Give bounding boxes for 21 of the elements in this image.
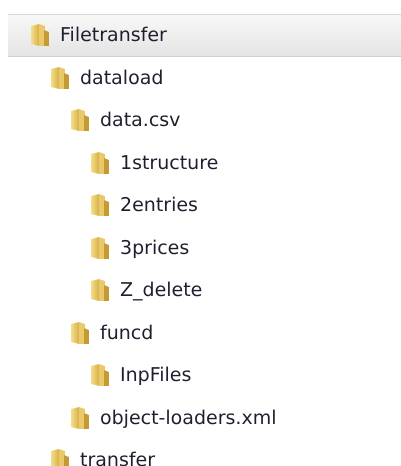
tree-item[interactable]: object-loaders.xml [8, 396, 401, 439]
folder-icon [70, 320, 90, 345]
folder-icon [30, 23, 50, 48]
tree-item[interactable]: 3prices [8, 226, 401, 269]
folder-icon [50, 66, 70, 90]
tree-item[interactable]: Z_delete [8, 269, 401, 312]
tree-item[interactable]: dataload [8, 56, 401, 99]
folder-icon [90, 150, 110, 175]
folder-icon [90, 193, 110, 218]
tree-item[interactable]: 1structure [8, 142, 401, 184]
folder-icon [70, 108, 90, 132]
tree-item[interactable]: InpFiles [8, 354, 401, 396]
folder-icon [50, 448, 70, 466]
tree-item[interactable]: funcd [8, 312, 401, 354]
tree-item[interactable]: data.csv [8, 99, 401, 142]
folder-icon [90, 363, 110, 388]
folder-icon [70, 406, 90, 430]
folder-icon [90, 236, 110, 260]
folder-icon [90, 278, 110, 302]
tree-item[interactable]: Filetransfer [8, 14, 401, 56]
tree-item[interactable]: 2entries [8, 184, 401, 226]
